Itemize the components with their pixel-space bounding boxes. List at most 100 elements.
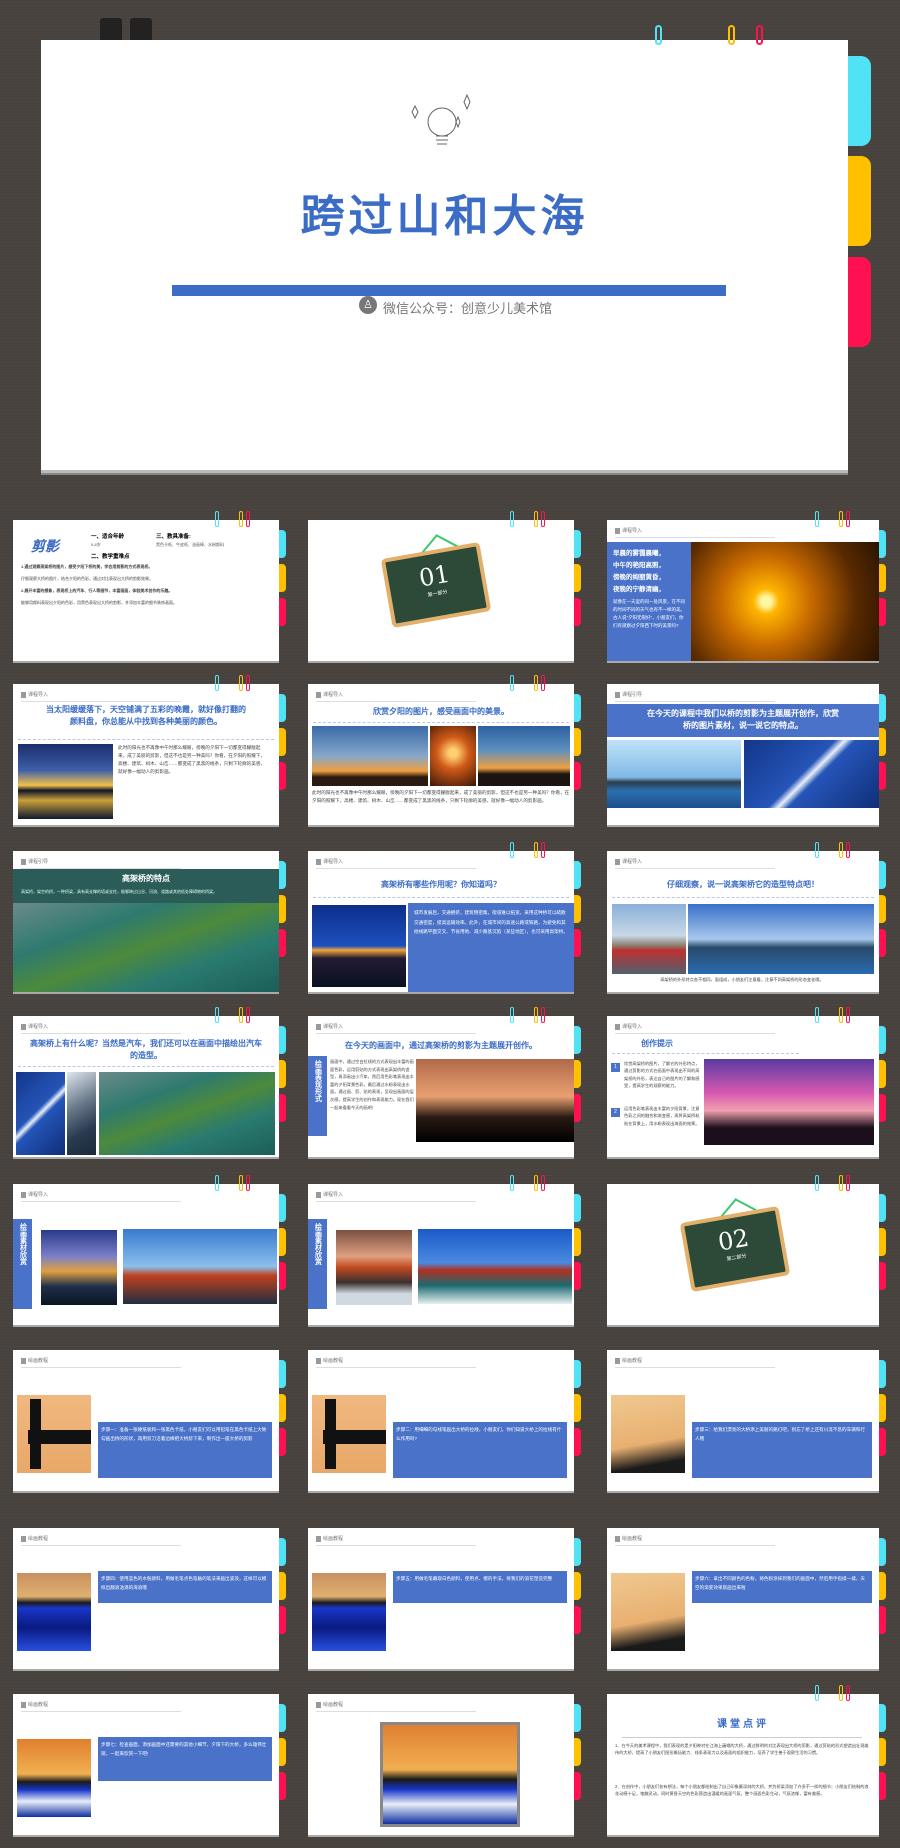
- tab-marker[interactable]: [279, 1194, 286, 1222]
- slide-thumbnail[interactable]: 绘画教程 步骤一：准备一张硬纸板和一张黑色卡纸，小朋友们可以用铅笔在黑色卡纸上大致…: [13, 1350, 286, 1491]
- tab-marker[interactable]: [574, 530, 581, 558]
- slide-thumbnail[interactable]: 绘画教程 步骤六：拿出不同颜色的色粉，将色粉涂抹到我们的画面中，然后用手指揉一揉，…: [607, 1528, 886, 1669]
- tab-marker[interactable]: [279, 694, 286, 722]
- tab-marker[interactable]: [574, 1538, 581, 1566]
- tab-marker[interactable]: [279, 1606, 286, 1634]
- tab-marker[interactable]: [279, 1772, 286, 1800]
- tab-marker[interactable]: [879, 1394, 886, 1422]
- tab-marker[interactable]: [879, 1572, 886, 1600]
- tab-marker[interactable]: [574, 598, 581, 626]
- tab-marker[interactable]: [879, 1704, 886, 1732]
- slide-thumbnail[interactable]: 课程导入 当太阳缓缓落下，天空铺满了五彩的晚霞，就好像打翻的颜料盘，你总能从中找到…: [13, 675, 286, 825]
- tab-marker[interactable]: [574, 1262, 581, 1290]
- tab-marker[interactable]: [574, 1060, 581, 1088]
- tab-marker[interactable]: [879, 728, 886, 756]
- slide-thumbnail[interactable]: 01 第一部分: [308, 511, 581, 661]
- slide-thumbnail[interactable]: 课程导入 绘画表现形式 在今天的画面中，通过高架桥的剪影为主题展开创作。 画面中，通过…: [308, 1007, 581, 1157]
- tab-marker[interactable]: [574, 1194, 581, 1222]
- tab-marker[interactable]: [574, 1704, 581, 1732]
- tab-marker[interactable]: [879, 1772, 886, 1800]
- tab-yellow[interactable]: [848, 156, 871, 246]
- tab-marker[interactable]: [574, 762, 581, 790]
- tab-marker[interactable]: [879, 1094, 886, 1122]
- tab-marker[interactable]: [279, 1704, 286, 1732]
- tab-marker[interactable]: [574, 1738, 581, 1766]
- tab-marker[interactable]: [279, 861, 286, 889]
- slide-thumbnail[interactable]: 课程导入 创作提示 1 欣赏高架桥的图片，了解它的外形特点，通过剪影的方式在画面中表现…: [607, 1007, 886, 1157]
- tab-marker[interactable]: [279, 929, 286, 957]
- slide-thumbnail[interactable]: 绘画教程 步骤七：检查画面，添加画面中还需要的其他小细节，夕阳下的大桥，多么雄伟壮…: [13, 1694, 286, 1835]
- tab-marker[interactable]: [279, 598, 286, 626]
- slide-thumbnail[interactable]: 课程导入 仔细观察，说一说高架桥它的造型特点吧！ 高架桥的外形特点各不相同，面组成，…: [607, 842, 886, 992]
- tab-marker[interactable]: [279, 1428, 286, 1456]
- tab-marker[interactable]: [879, 929, 886, 957]
- tab-marker[interactable]: [279, 1228, 286, 1256]
- tab-marker[interactable]: [879, 1060, 886, 1088]
- tab-marker[interactable]: [279, 1262, 286, 1290]
- tab-marker[interactable]: [279, 1094, 286, 1122]
- slide-thumbnail[interactable]: 课程引导 高架桥的特点 高架桥，架空的桥，一种桥梁，具有高支撑的塔或支柱，能够跨过山…: [13, 851, 286, 992]
- slide-thumbnail[interactable]: 绘画教程 步骤五：用做毛笔蘸取白色颜料，使用点、擦的手法，将我们的浪花塑造完整: [308, 1528, 581, 1669]
- tab-marker[interactable]: [879, 1228, 886, 1256]
- tab-marker[interactable]: [879, 1360, 886, 1388]
- tab-marker[interactable]: [879, 694, 886, 722]
- tab-marker[interactable]: [574, 1606, 581, 1634]
- slide-thumbnail[interactable]: 课程导入 高架桥上有什么呢？当然是汽车，我们还可以在画面中描绘出汽车的造型。: [13, 1007, 286, 1157]
- slide-thumbnail[interactable]: 02 第二部分: [607, 1175, 886, 1325]
- tab-marker[interactable]: [279, 895, 286, 923]
- slide-thumbnail[interactable]: 剪影 一、适合年龄 5-8岁 三、教具准备: 黑色卡纸、牛皮纸、油画棒、水粉颜料 二、教学…: [13, 511, 286, 661]
- tab-marker[interactable]: [879, 895, 886, 923]
- tab-red[interactable]: [848, 257, 871, 347]
- slide-thumbnail[interactable]: 绘画教程 步骤二：用细细的勾线笔画出大桥的拉线，小朋友们，你们知道大桥上的拉线有什…: [308, 1350, 581, 1491]
- tab-marker[interactable]: [574, 1428, 581, 1456]
- tab-cyan[interactable]: [848, 56, 871, 146]
- tab-marker[interactable]: [574, 1394, 581, 1422]
- slide-thumbnail[interactable]: 课堂点评 1、在今天的美术课程中，我们表现的是夕阳映衬在江海上巍峨的大桥，通过鲜明…: [607, 1685, 886, 1835]
- tab-marker[interactable]: [879, 530, 886, 558]
- tab-marker[interactable]: [279, 1538, 286, 1566]
- tab-marker[interactable]: [574, 861, 581, 889]
- slide-thumbnail[interactable]: 课程导入 高架桥有哪些作用呢？你知道吗？ 城市发展后，交通拥挤，建筑物密集，街道难以…: [308, 842, 581, 992]
- tab-marker[interactable]: [574, 895, 581, 923]
- tab-marker[interactable]: [279, 1572, 286, 1600]
- tab-marker[interactable]: [879, 564, 886, 592]
- tab-marker[interactable]: [879, 598, 886, 626]
- tab-marker[interactable]: [279, 1060, 286, 1088]
- tab-marker[interactable]: [279, 1394, 286, 1422]
- tab-marker[interactable]: [279, 530, 286, 558]
- tab-marker[interactable]: [574, 564, 581, 592]
- slide-thumbnail[interactable]: 课程引导 在今天的课程中我们以桥的剪影为主题展开创作，欣赏桥的图片素材，说一说它的…: [607, 684, 886, 825]
- tab-marker[interactable]: [574, 728, 581, 756]
- cover-slide[interactable]: 跨过山和大海 ♙ 微信公众号：创意少儿美术馆: [41, 25, 871, 470]
- tab-marker[interactable]: [879, 762, 886, 790]
- tab-marker[interactable]: [574, 1094, 581, 1122]
- tab-marker[interactable]: [879, 1606, 886, 1634]
- slide-thumbnail[interactable]: 课程导入 绘画素材欣赏: [13, 1175, 286, 1325]
- tab-marker[interactable]: [279, 1360, 286, 1388]
- tab-marker[interactable]: [279, 1738, 286, 1766]
- tab-marker[interactable]: [574, 1360, 581, 1388]
- tab-marker[interactable]: [279, 1026, 286, 1054]
- slide-thumbnail[interactable]: 课程导入 早晨的雾霭晨曦， 中午的艳阳高照， 傍晚的绚丽黄昏， 夜晚的宁静清幽， 就像在一…: [607, 511, 886, 661]
- tab-marker[interactable]: [574, 1772, 581, 1800]
- tab-marker[interactable]: [279, 728, 286, 756]
- tab-marker[interactable]: [279, 564, 286, 592]
- slide-thumbnail[interactable]: 课程导入 绘画素材欣赏: [308, 1175, 581, 1325]
- tab-marker[interactable]: [574, 929, 581, 957]
- tab-marker[interactable]: [279, 762, 286, 790]
- tab-marker[interactable]: [879, 1738, 886, 1766]
- slide-thumbnail[interactable]: 绘画教程 步骤四：使用蓝色的水粉颜料，用做毛笔点色笔触的笔法来画出波浪，这样可以模…: [13, 1528, 286, 1669]
- tab-marker[interactable]: [879, 1194, 886, 1222]
- tab-marker[interactable]: [574, 1572, 581, 1600]
- tab-marker[interactable]: [574, 1228, 581, 1256]
- tab-marker[interactable]: [879, 1026, 886, 1054]
- tab-marker[interactable]: [879, 1428, 886, 1456]
- slide-thumbnail[interactable]: 课程导入 欣赏夕阳的图片，感受画面中的美景。 此时的阳光也不再像中午时那么耀眼，傍晚…: [308, 675, 581, 825]
- tab-marker[interactable]: [879, 1538, 886, 1566]
- tab-marker[interactable]: [879, 861, 886, 889]
- tab-marker[interactable]: [574, 1026, 581, 1054]
- tab-marker[interactable]: [574, 694, 581, 722]
- tab-marker[interactable]: [879, 1262, 886, 1290]
- slide-thumbnail[interactable]: 绘画教程: [308, 1694, 581, 1835]
- slide-thumbnail[interactable]: 绘画教程 步骤三：给我们漂亮的大桥添上美丽的路灯吧，别忘了桥上还有川流不息的车辆和…: [607, 1350, 886, 1491]
